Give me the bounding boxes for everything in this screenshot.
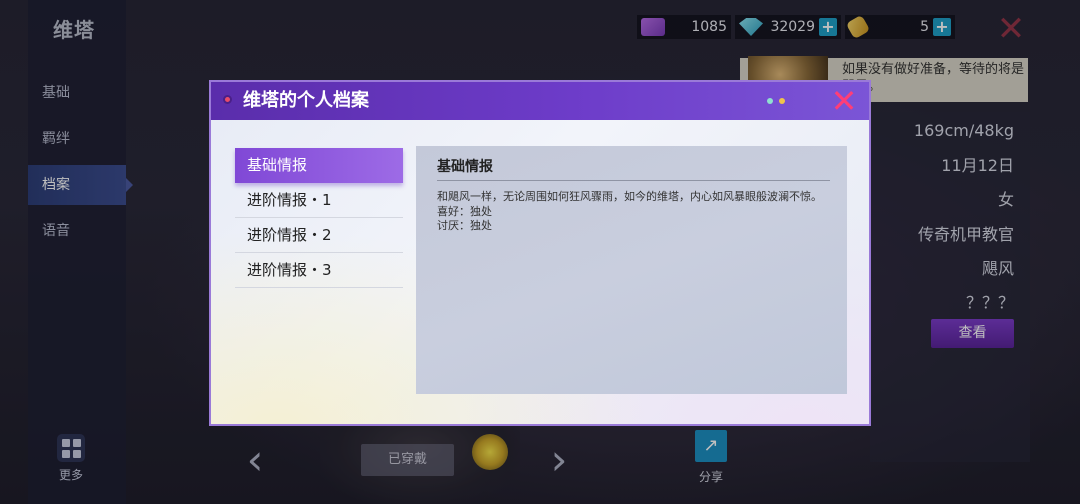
- close-icon[interactable]: ✕: [827, 84, 861, 118]
- content-likes: 喜好：独处: [437, 204, 492, 218]
- tab-advanced-info-2[interactable]: 进阶情报・2: [235, 218, 403, 253]
- tab-basic-info[interactable]: 基础情报: [235, 148, 403, 183]
- header-dots: [767, 98, 785, 104]
- modal-body: 基础情报 进阶情报・1 进阶情报・2 进阶情报・3 基础情报 和飓风一样，无论周…: [211, 120, 869, 424]
- content-description: 和飓风一样，无论周围如何狂风骤雨，如今的维塔，内心如风暴眼般波澜不惊。: [437, 190, 822, 203]
- content-panel: 基础情报 和飓风一样，无论周围如何狂风骤雨，如今的维塔，内心如风暴眼般波澜不惊。…: [416, 146, 847, 394]
- modal-title: 维塔的个人档案: [243, 90, 369, 111]
- content-divider: [437, 180, 830, 181]
- profile-modal: 维塔的个人档案 ✕ 基础情报 进阶情报・1 进阶情报・2 进阶情报・3 基础情报…: [209, 80, 871, 426]
- content-title: 基础情报: [437, 159, 493, 175]
- content-text: 和飓风一样，无论周围如何狂风骤雨，如今的维塔，内心如风暴眼般波澜不惊。 喜好：独…: [437, 190, 830, 234]
- title-gem-icon: [223, 95, 232, 104]
- modal-header: 维塔的个人档案 ✕: [211, 82, 869, 120]
- tab-advanced-info-3[interactable]: 进阶情报・3: [235, 253, 403, 288]
- content-dislikes: 讨厌：独处: [437, 219, 492, 232]
- tab-advanced-info-1[interactable]: 进阶情报・1: [235, 183, 403, 218]
